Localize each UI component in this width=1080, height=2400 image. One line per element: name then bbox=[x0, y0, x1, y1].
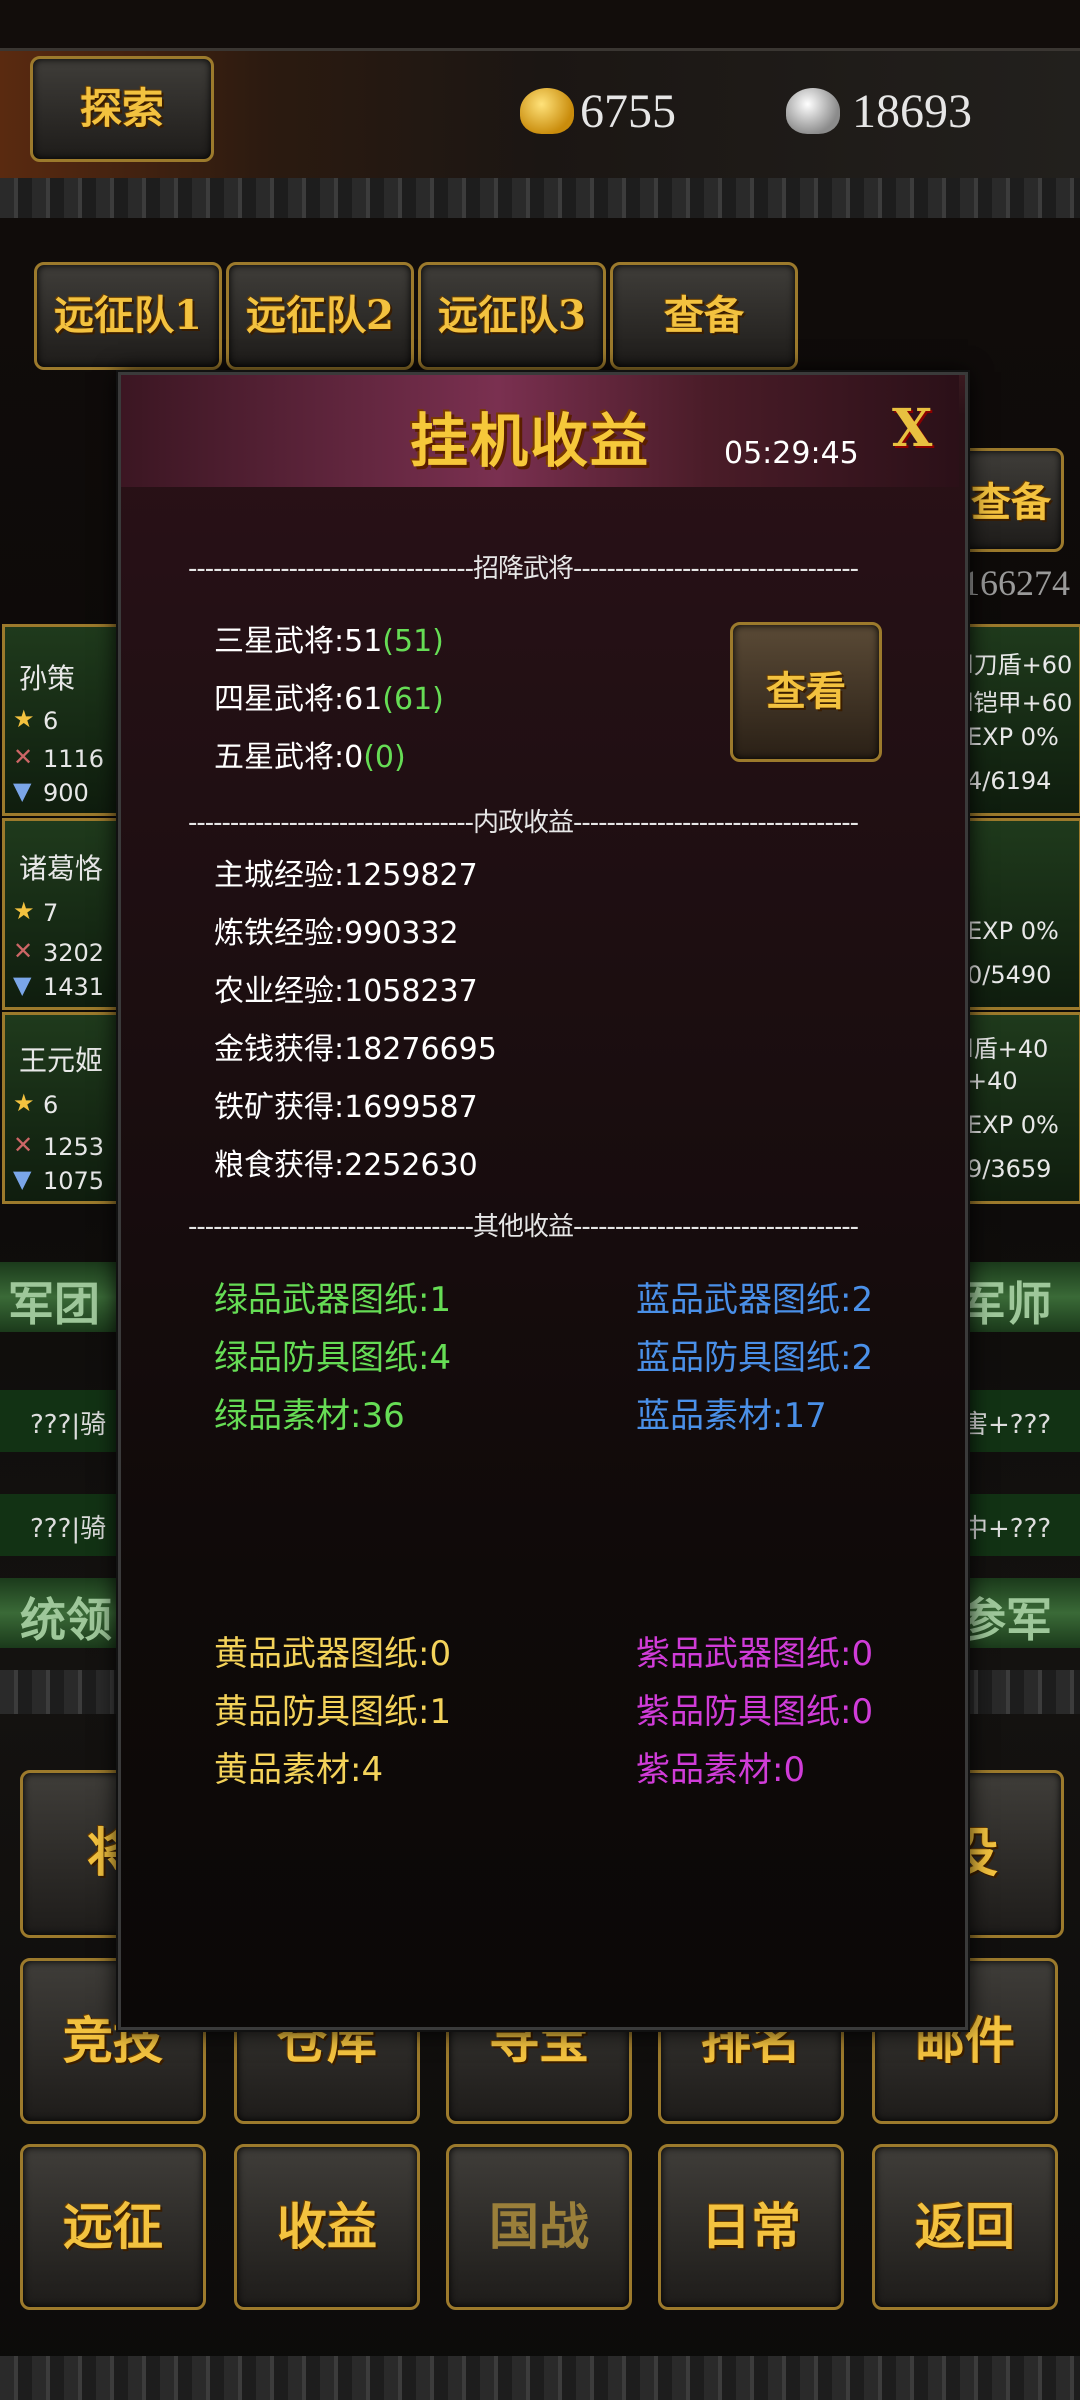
card-exp: EXP 0% bbox=[967, 1111, 1059, 1139]
card-progress: 9/3659 bbox=[967, 1155, 1052, 1183]
countdown-timer: 05:29:45 bbox=[724, 436, 859, 471]
star-icon: ★ bbox=[13, 705, 35, 733]
domestic-item: 主城经验:1259827 bbox=[214, 858, 478, 893]
purple-loot-item: 紫品防具图纸:0 bbox=[636, 1692, 874, 1732]
green-loot-item: 绿品素材:36 bbox=[214, 1396, 405, 1436]
hero-attack: 1253 bbox=[43, 1133, 105, 1161]
right-card-1[interactable]: l刀盾+60 l铠甲+60 EXP 0% 4/6194 bbox=[960, 624, 1080, 816]
hero-card-1[interactable]: 孙策 ★ 6 ✕ 1116 ▼ 900 bbox=[2, 624, 120, 816]
tab-expedition-2[interactable]: 远征队2 bbox=[226, 262, 414, 370]
armor-icon: ▼ bbox=[13, 1165, 32, 1193]
card-exp: EXP 0% bbox=[967, 917, 1059, 945]
card-exp: EXP 0% bbox=[967, 723, 1059, 751]
domestic-item: 粮食获得:2252630 bbox=[214, 1148, 478, 1183]
hero-name: 孙策 bbox=[19, 662, 76, 695]
dialog-title: 挂机收益 bbox=[410, 407, 651, 475]
tab-equipment[interactable]: 查备 bbox=[610, 262, 798, 370]
domestic-item: 铁矿获得:1699587 bbox=[214, 1090, 478, 1125]
star-icon: ★ bbox=[13, 1089, 35, 1117]
silver-ingot-icon bbox=[786, 88, 840, 134]
green-loot-item: 绿品防具图纸:4 bbox=[214, 1338, 452, 1378]
sword-icon: ✕ bbox=[13, 1131, 34, 1159]
gold-amount: 6755 bbox=[580, 85, 676, 138]
hero-defense: 1431 bbox=[43, 973, 105, 1001]
gold-ingot-icon bbox=[520, 88, 574, 134]
banner-right: 军师 bbox=[960, 1277, 1052, 1331]
domestic-item: 金钱获得:18276695 bbox=[214, 1032, 497, 1067]
card-progress: 4/6194 bbox=[967, 767, 1052, 795]
domestic-item: 农业经验:1058237 bbox=[214, 974, 478, 1009]
star-icon: ★ bbox=[13, 897, 35, 925]
general-five-star: 五星武将:0(0) bbox=[214, 740, 406, 775]
general-four-star: 四星武将:61(61) bbox=[214, 682, 444, 717]
card-bonus-1: l刀盾+60 bbox=[967, 651, 1073, 679]
hero-stars: 6 bbox=[43, 707, 59, 735]
card-progress: 0/5490 bbox=[967, 961, 1052, 989]
explore-button[interactable]: 探索 bbox=[30, 56, 214, 162]
hero-card-3[interactable]: 王元姬 ★ 6 ✕ 1253 ▼ 1075 bbox=[2, 1012, 120, 1204]
domestic-item: 炼铁经验:990332 bbox=[214, 916, 459, 951]
section-header-generals: ----------------------------------招降武将--… bbox=[188, 554, 859, 584]
close-icon[interactable]: X bbox=[892, 398, 932, 459]
section-header-domestic: ----------------------------------内政收益--… bbox=[188, 808, 859, 838]
banner-right: 参军 bbox=[960, 1593, 1052, 1647]
menu-nation-war-button[interactable]: 国战 bbox=[446, 2144, 632, 2310]
hero-defense: 1075 bbox=[43, 1167, 105, 1195]
power-total: 166274 bbox=[962, 563, 1070, 603]
card-bonus-2: l铠甲+60 bbox=[967, 689, 1073, 717]
general-three-star: 三星武将:51(51) bbox=[214, 624, 444, 659]
green-loot-item: 绿品武器图纸:1 bbox=[214, 1280, 452, 1320]
hero-attack: 1116 bbox=[43, 745, 105, 773]
hero-stars: 6 bbox=[43, 1091, 59, 1119]
yellow-loot-item: 黄品武器图纸:0 bbox=[214, 1634, 452, 1674]
card-bonus-2: +40 bbox=[967, 1067, 1018, 1095]
sword-icon: ✕ bbox=[13, 937, 34, 965]
menu-expedition-button[interactable]: 远征 bbox=[20, 2144, 206, 2310]
armor-icon: ▼ bbox=[13, 971, 32, 999]
blue-loot-item: 蓝品武器图纸:2 bbox=[636, 1280, 874, 1320]
blue-loot-item: 蓝品素材:17 bbox=[636, 1396, 827, 1436]
blue-loot-item: 蓝品防具图纸:2 bbox=[636, 1338, 874, 1378]
hero-stars: 7 bbox=[43, 899, 59, 927]
hero-card-2[interactable]: 诸葛恪 ★ 7 ✕ 3202 ▼ 1431 bbox=[2, 818, 120, 1010]
card-bonus-1: l盾+40 bbox=[967, 1035, 1049, 1063]
bottom-trim bbox=[0, 2356, 1080, 2400]
banner-left: 军团 bbox=[8, 1277, 100, 1331]
top-trim bbox=[0, 178, 1080, 218]
menu-daily-button[interactable]: 日常 bbox=[658, 2144, 844, 2310]
right-card-2[interactable]: EXP 0% 0/5490 bbox=[960, 818, 1080, 1010]
menu-back-button[interactable]: 返回 bbox=[872, 2144, 1058, 2310]
strip-right: 害+??? bbox=[962, 1410, 1052, 1440]
tab-expedition-1[interactable]: 远征队1 bbox=[34, 262, 222, 370]
banner-left: 统领 bbox=[20, 1593, 112, 1647]
right-card-3[interactable]: l盾+40 +40 EXP 0% 9/3659 bbox=[960, 1012, 1080, 1204]
yellow-loot-item: 黄品素材:4 bbox=[214, 1750, 384, 1790]
silver-amount: 18693 bbox=[852, 85, 972, 138]
tab-expedition-3[interactable]: 远征队3 bbox=[418, 262, 606, 370]
menu-income-button[interactable]: 收益 bbox=[234, 2144, 420, 2310]
section-header-other: ----------------------------------其他收益--… bbox=[188, 1212, 859, 1242]
hero-defense: 900 bbox=[43, 779, 89, 807]
hero-name: 王元姬 bbox=[19, 1044, 104, 1077]
strip-right: 中+??? bbox=[962, 1514, 1052, 1544]
sword-icon: ✕ bbox=[13, 743, 34, 771]
armor-icon: ▼ bbox=[13, 777, 32, 805]
purple-loot-item: 紫品武器图纸:0 bbox=[636, 1634, 874, 1674]
purple-loot-item: 紫品素材:0 bbox=[636, 1750, 806, 1790]
yellow-loot-item: 黄品防具图纸:1 bbox=[214, 1692, 452, 1732]
view-generals-button[interactable]: 查看 bbox=[730, 622, 882, 762]
hero-attack: 3202 bbox=[43, 939, 105, 967]
hero-name: 诸葛恪 bbox=[19, 852, 104, 885]
